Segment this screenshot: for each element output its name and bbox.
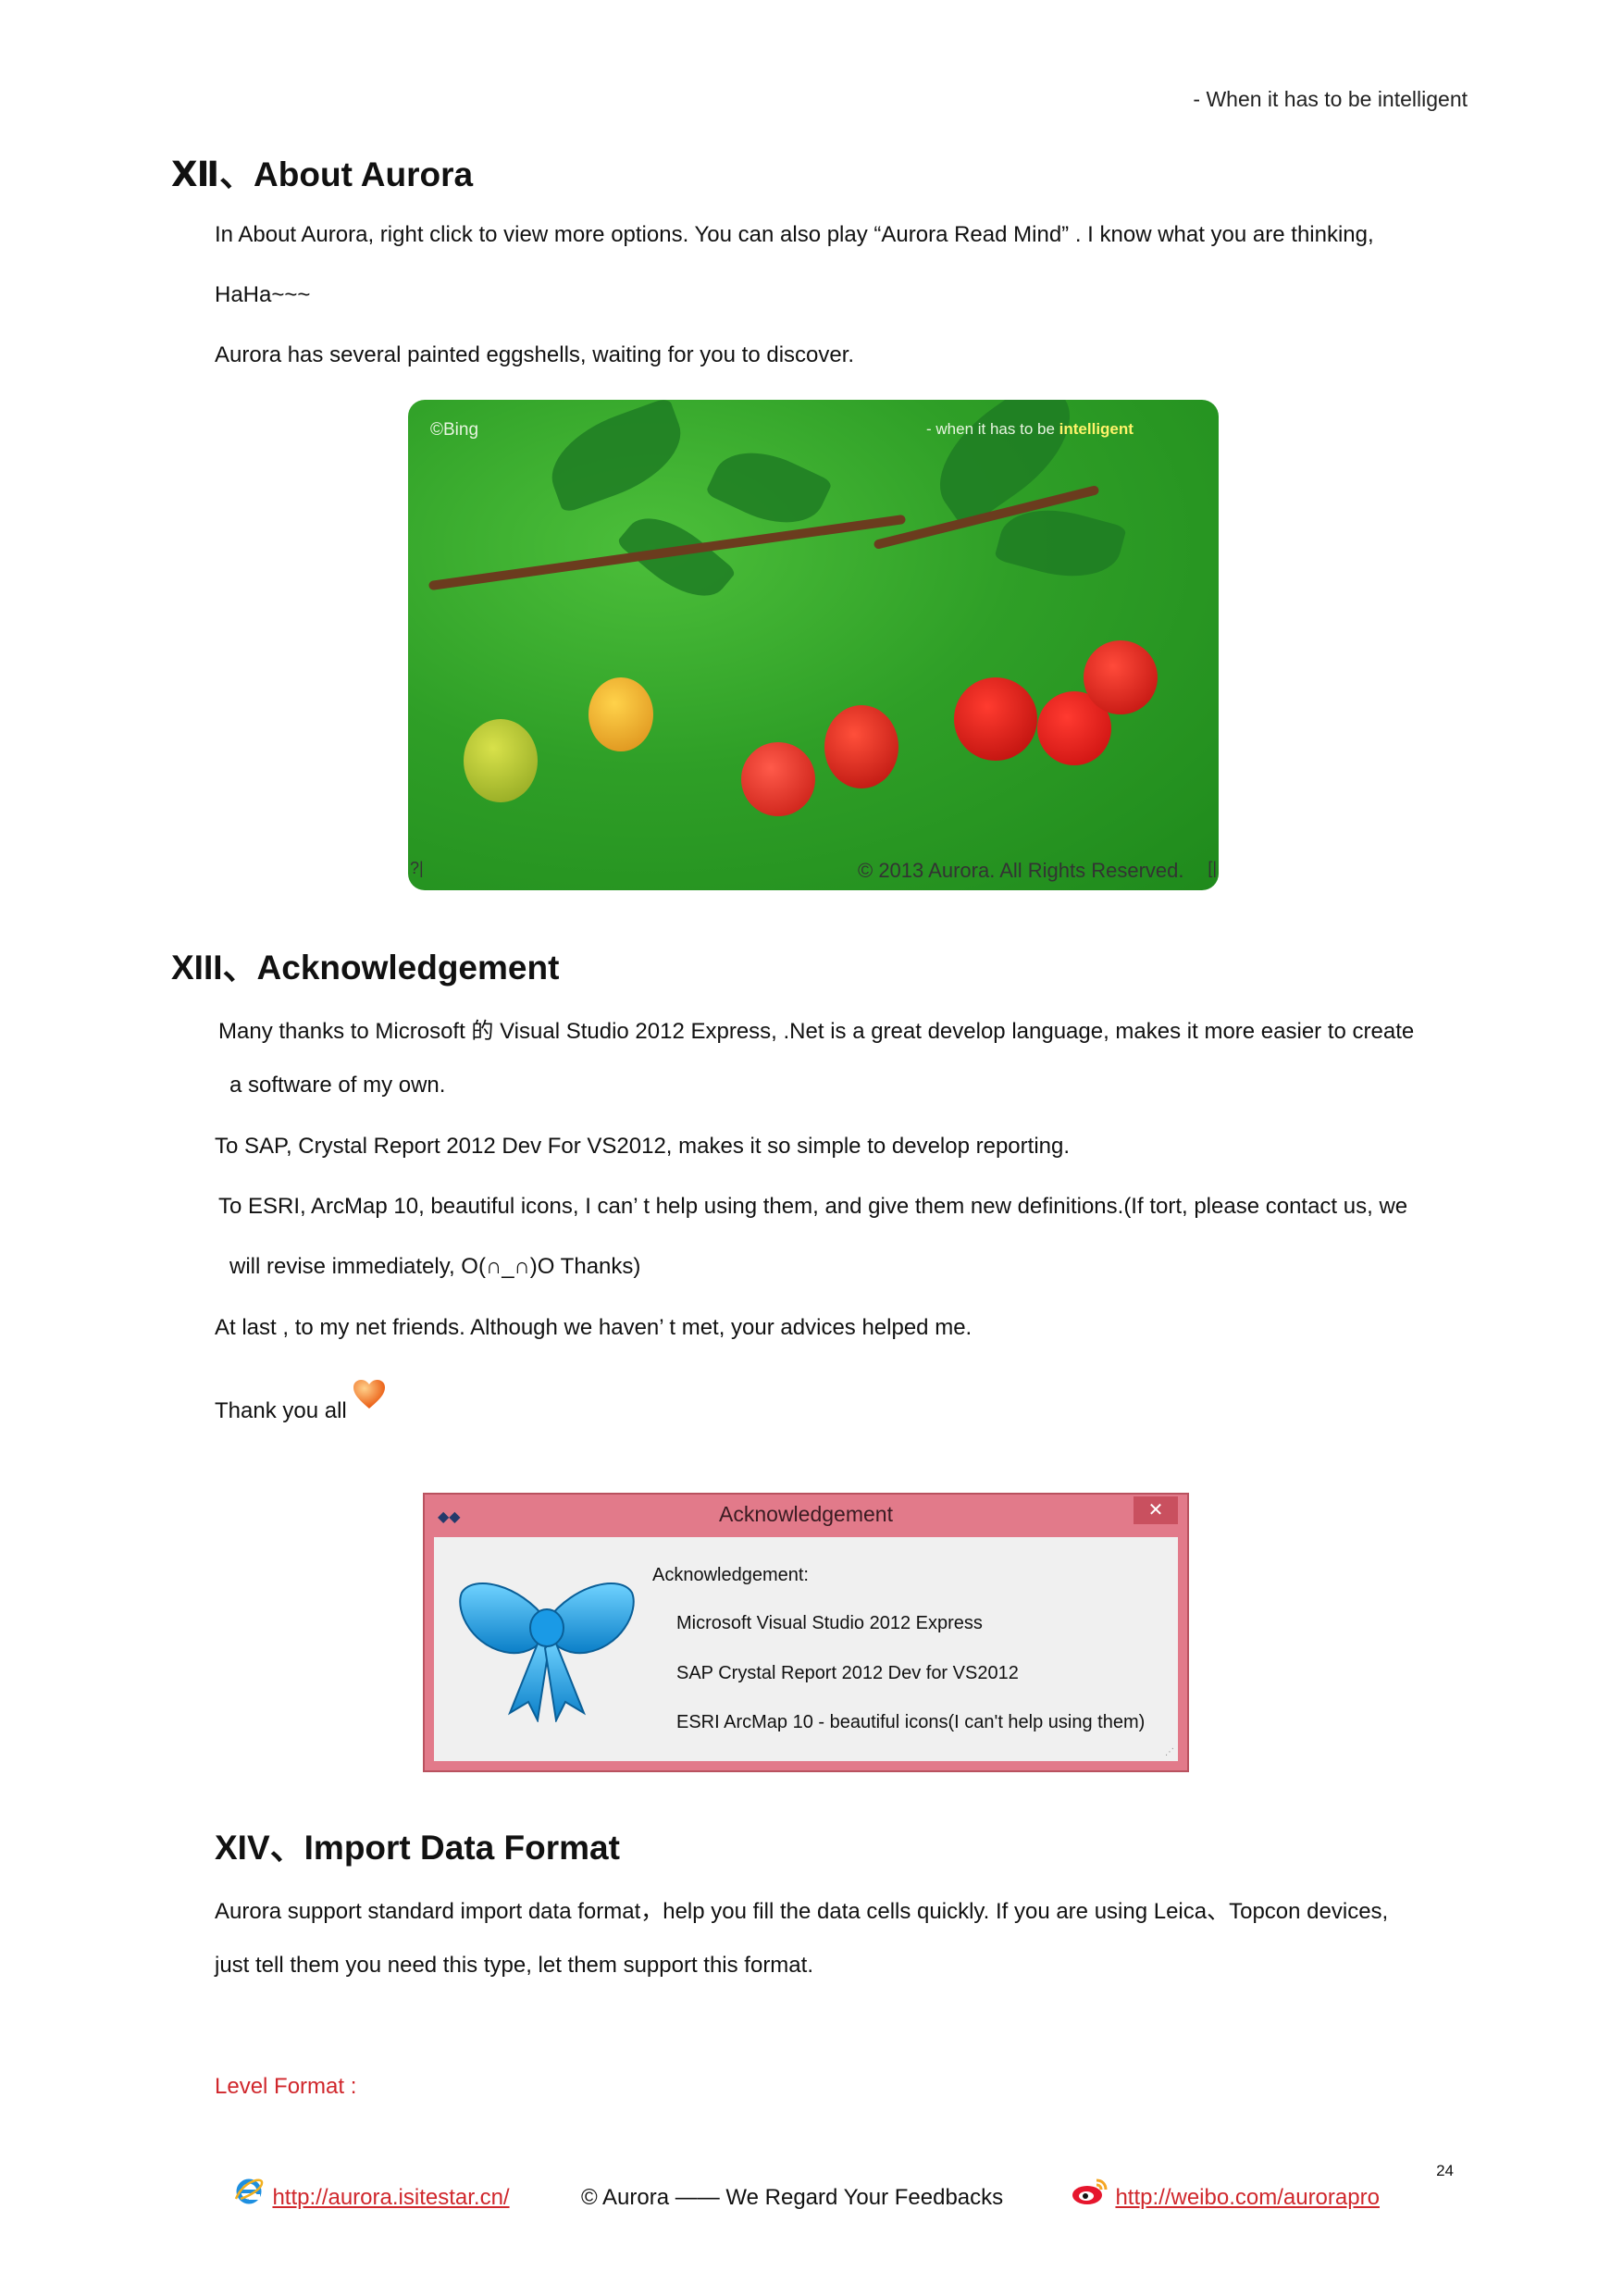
heart-icon xyxy=(353,1380,386,1409)
thank-you-text: Thank you all xyxy=(215,1398,347,1423)
dialog-ack-item: ESRI ArcMap 10 - beautiful icons(I can't… xyxy=(676,1712,1146,1732)
image-slogan-word: intelligent xyxy=(1059,420,1134,438)
footer-weibo: http://weibo.com/aurorapro xyxy=(1071,2175,1380,2211)
leaf xyxy=(704,434,834,541)
berry xyxy=(741,742,815,816)
dialog-titlebar[interactable]: ◆◆ Acknowledgement ✕ xyxy=(425,1495,1187,1535)
dialog-ack-item: Microsoft Visual Studio 2012 Express xyxy=(676,1613,983,1633)
image-slogan: - when it has to be intelligent xyxy=(926,420,1134,439)
footer-site-link[interactable]: http://aurora.isitestar.cn/ xyxy=(272,2185,509,2210)
page-number: 24 xyxy=(1436,2162,1454,2179)
bow-icon xyxy=(459,1582,635,1722)
ack-paragraph-4: At last , to my net friends. Although we… xyxy=(215,1315,973,1340)
about-aurora-image: ©Bing - when it has to be intelligent © … xyxy=(408,400,1219,890)
berry xyxy=(588,677,653,751)
import-paragraph-1: Aurora support standard import data form… xyxy=(215,1899,1389,1924)
dialog-ack-label: Acknowledgement: xyxy=(652,1565,809,1585)
about-paragraph-1: In About Aurora, right click to view mor… xyxy=(215,222,1374,247)
image-edge-left: ?| xyxy=(410,859,424,877)
leaf xyxy=(538,400,695,515)
berry xyxy=(1084,640,1158,714)
dialog-title: Acknowledgement xyxy=(719,1502,893,1526)
resize-grip-icon[interactable]: ⋰ xyxy=(1165,1747,1174,1757)
ack-paragraph-3b: will revise immediately, O(∩_∩)O Thanks) xyxy=(229,1254,641,1279)
berry xyxy=(824,705,898,788)
about-paragraph-2: Aurora has several painted eggshells, wa… xyxy=(215,342,855,367)
section-heading-about: Ⅻ、About Aurora xyxy=(171,155,474,193)
berry xyxy=(954,677,1037,761)
section-heading-import: XIV、Import Data Format xyxy=(215,1829,620,1867)
footer-copyright: © Aurora —— We Regard Your Feedbacks xyxy=(581,2185,1004,2210)
section-heading-ack: XIII、Acknowledgement xyxy=(171,949,560,987)
footer-site: http://aurora.isitestar.cn/ xyxy=(233,2175,510,2211)
ack-paragraph-2: To SAP, Crystal Report 2012 Dev For VS20… xyxy=(215,1134,1071,1159)
image-edge-right: [| xyxy=(1208,859,1217,877)
berry xyxy=(464,719,538,802)
ack-paragraph-3: To ESRI, ArcMap 10, beautiful icons, I c… xyxy=(218,1194,1408,1219)
ack-paragraph-5: Thank you all xyxy=(215,1379,386,1424)
level-format-label: Level Format : xyxy=(215,2074,357,2099)
footer-weibo-link[interactable]: http://weibo.com/aurorapro xyxy=(1115,2185,1379,2210)
ack-paragraph-1: Many thanks to Microsoft 的 Visual Studio… xyxy=(218,1019,1415,1044)
ie-icon xyxy=(234,2178,264,2204)
dialog-content: Acknowledgement: Microsoft Visual Studio… xyxy=(434,1537,1178,1761)
import-paragraph-2: just tell them you need this type, let t… xyxy=(215,1953,813,1978)
weibo-icon xyxy=(1072,2178,1108,2204)
image-slogan-prefix: - when it has to be xyxy=(926,420,1055,438)
about-paragraph-1b: HaHa~~~ xyxy=(215,282,311,307)
ack-paragraph-1b: a software of my own. xyxy=(229,1073,446,1098)
acknowledgement-dialog: ◆◆ Acknowledgement ✕ Acknowledgement: Mi… xyxy=(423,1493,1189,1772)
image-copyright: © 2013 Aurora. All Rights Reserved. xyxy=(858,859,1184,882)
image-bing-credit: ©Bing xyxy=(430,420,479,440)
close-icon[interactable]: ✕ xyxy=(1134,1496,1178,1524)
page-tagline: - When it has to be intelligent xyxy=(1193,87,1468,111)
dialog-ack-item: SAP Crystal Report 2012 Dev for VS2012 xyxy=(676,1663,1019,1683)
